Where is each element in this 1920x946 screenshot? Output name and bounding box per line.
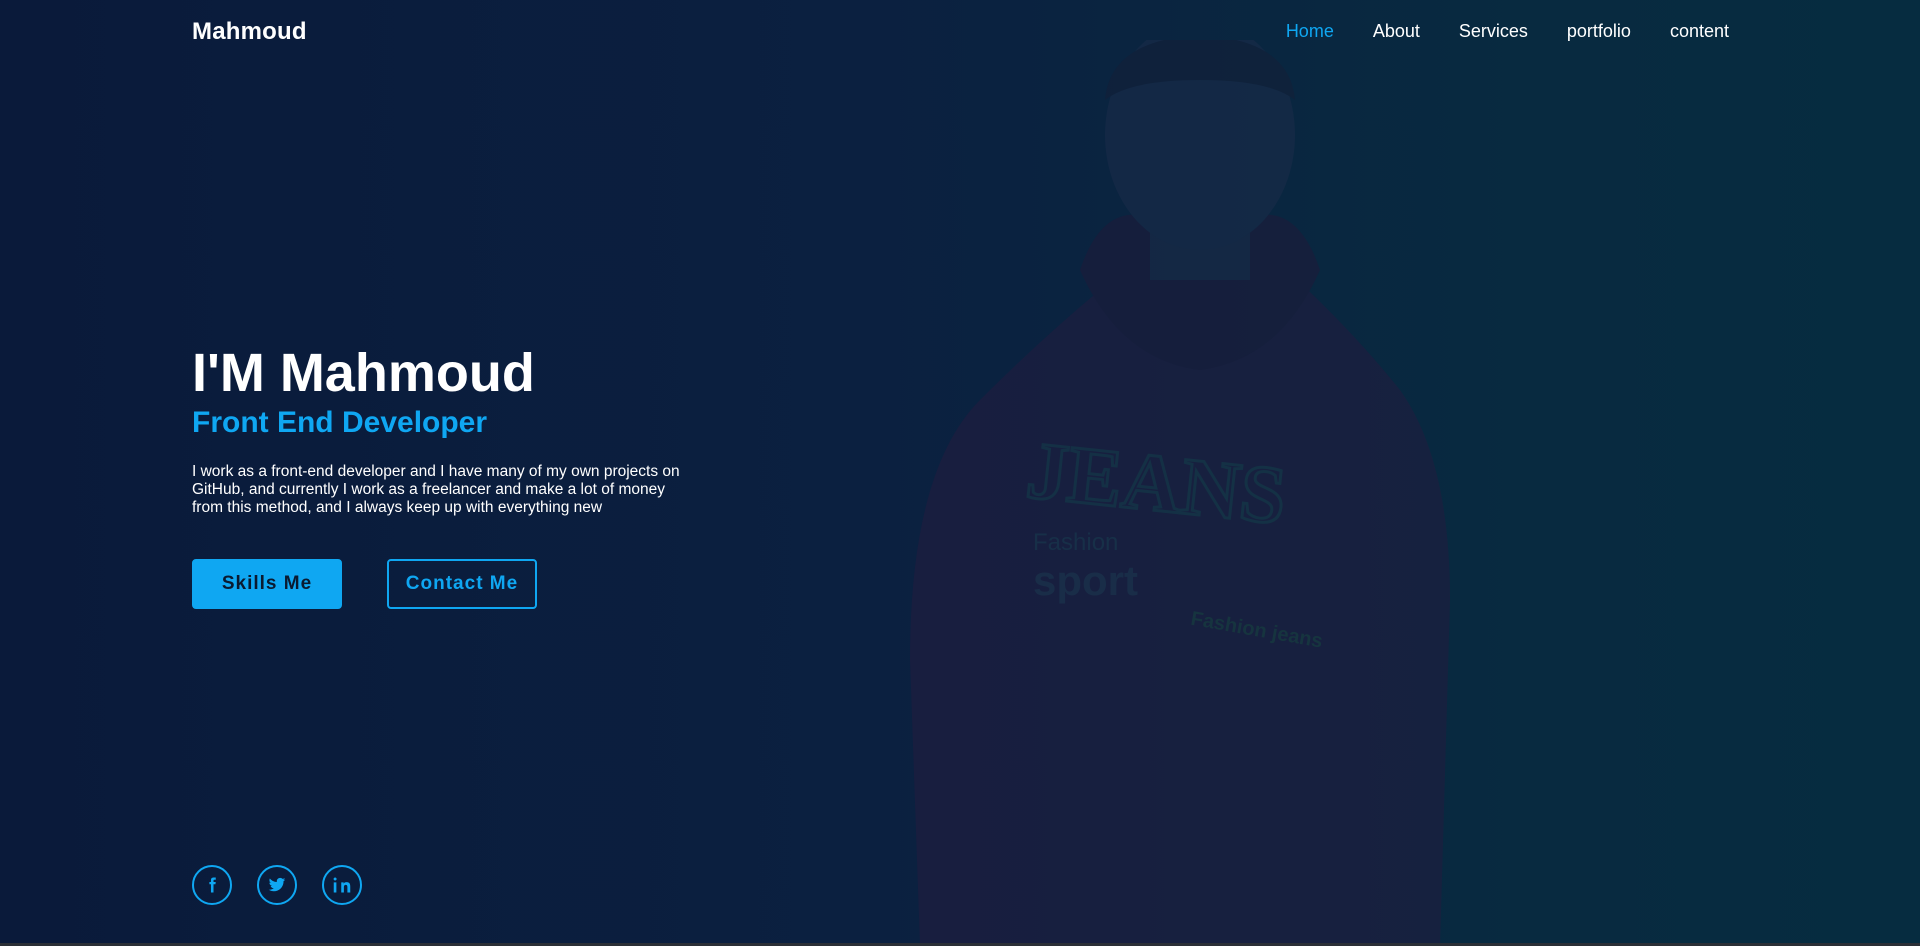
twitter-icon (268, 877, 286, 892)
hero-buttons: Skills Me Contact Me (192, 559, 712, 609)
logo[interactable]: Mahmoud (192, 18, 307, 46)
contact-button[interactable]: Contact Me (387, 559, 537, 609)
hero-section: I'M Mahmoud Front End Developer I work a… (192, 343, 712, 609)
nav-link-content[interactable]: content (1670, 21, 1729, 42)
hero-title: I'M Mahmoud (192, 343, 535, 403)
twitter-link[interactable] (257, 865, 297, 905)
nav-link-home[interactable]: Home (1286, 21, 1334, 42)
shirt-print-sport: sport (1033, 557, 1138, 604)
page: JEANS Fashion sport Fashion jeans Mahmou… (0, 0, 1920, 946)
skills-button[interactable]: Skills Me (192, 559, 342, 609)
facebook-link[interactable] (192, 865, 232, 905)
shirt-print-fashion: Fashion (1033, 529, 1118, 556)
nav-link-services[interactable]: Services (1459, 21, 1528, 42)
portrait-background: JEANS Fashion sport Fashion jeans (910, 40, 1450, 946)
main-nav: Home About Services portfolio content (1286, 21, 1729, 42)
nav-link-about[interactable]: About (1373, 21, 1420, 42)
facebook-icon (209, 877, 216, 893)
hero-description: I work as a front-end developer and I ha… (192, 463, 680, 516)
social-links (192, 865, 362, 905)
hero-subtitle: Front End Developer (192, 406, 488, 439)
linkedin-link[interactable] (322, 865, 362, 905)
linkedin-icon (333, 877, 351, 893)
nav-link-portfolio[interactable]: portfolio (1567, 21, 1631, 42)
